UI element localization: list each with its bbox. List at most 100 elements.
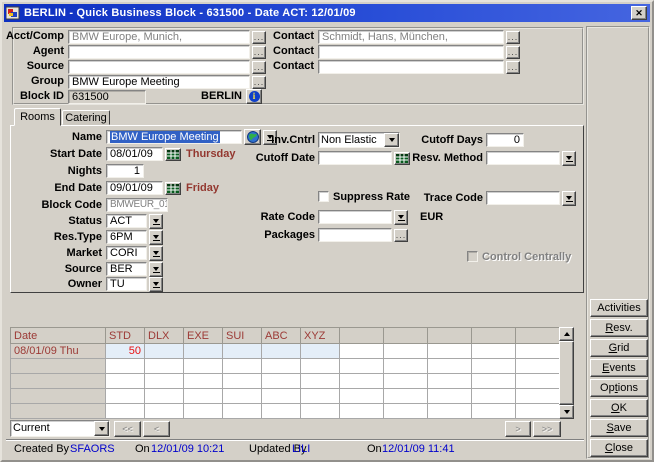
grid-cell[interactable] [428,389,472,404]
contact3-lookup-button[interactable]: ... [506,61,520,74]
grid-cell[interactable]: 50 [106,344,145,359]
packages-lookup-button[interactable]: ... [394,229,408,242]
grid-scrollbar[interactable] [559,327,574,419]
grid-cell[interactable] [472,344,516,359]
grid-cell[interactable] [472,374,516,389]
grid-cell[interactable] [428,374,472,389]
market-field[interactable]: CORI [106,246,147,260]
scroll-down-button[interactable] [559,405,574,419]
grid-cell[interactable] [384,389,428,404]
property-info-button[interactable]: i [246,89,262,104]
grid-cell[interactable] [384,404,428,419]
grid-cell[interactable] [516,374,560,389]
tab-rooms[interactable]: Rooms [14,108,61,126]
resv-button[interactable]: Resv. [590,319,648,337]
close-button[interactable]: ✕ [631,6,647,20]
grid-cell[interactable] [472,389,516,404]
grid-cell[interactable] [145,359,184,374]
grid-cell[interactable] [428,344,472,359]
titlebar[interactable]: BERLIN - Quick Business Block - 631500 -… [4,4,650,22]
options-button[interactable]: Options [590,379,648,397]
agent-field[interactable] [68,45,250,59]
nights-field[interactable]: 1 [106,164,144,178]
resv-method-list-button[interactable] [562,151,576,166]
grid-cell[interactable] [516,359,560,374]
res-type-list-button[interactable] [149,230,163,245]
owner-list-button[interactable] [149,277,163,292]
grid-cell[interactable] [106,359,145,374]
trace-code-field[interactable] [486,191,560,205]
grid-cell[interactable] [262,359,301,374]
acct-comp-field[interactable]: BMW Europe, Munich, [68,30,250,44]
grid-cell[interactable] [340,359,384,374]
start-date-field[interactable]: 08/01/09 [106,147,163,161]
rate-code-field[interactable] [318,210,392,224]
grid-cell[interactable] [301,359,340,374]
grid-cell[interactable] [11,359,106,374]
group-field[interactable]: BMW Europe Meeting [68,75,250,89]
grid-cell[interactable] [184,404,223,419]
resv-method-field[interactable] [486,151,560,165]
group-lookup-button[interactable]: ... [252,76,266,89]
grid-cell[interactable] [11,374,106,389]
grid-cell[interactable] [340,404,384,419]
combo-arrow-button[interactable] [384,133,399,147]
save-button[interactable]: Save [590,419,648,437]
grid-cell[interactable] [428,404,472,419]
source2-field[interactable]: BER [106,262,147,276]
contact2-lookup-button[interactable]: ... [506,46,520,59]
grid-cell[interactable] [340,389,384,404]
grid-cell[interactable] [301,404,340,419]
end-date-calendar-button[interactable] [165,182,181,195]
contact3-field[interactable] [318,60,504,74]
grid-cell[interactable] [223,389,262,404]
source-field[interactable] [68,60,250,74]
grid-cell[interactable] [223,374,262,389]
tab-catering[interactable]: Catering [62,110,110,125]
cutoff-date-field[interactable] [318,151,392,165]
view-combobox[interactable]: Current [10,420,110,437]
grid-cell[interactable] [184,374,223,389]
start-date-calendar-button[interactable] [165,148,181,161]
grid-cell[interactable] [11,404,106,419]
grid-cell[interactable] [301,389,340,404]
contact1-field[interactable]: Schmidt, Hans, München, [318,30,504,44]
cutoff-days-field[interactable]: 0 [486,133,524,147]
owner-field[interactable]: TU [106,277,147,291]
grid-cell[interactable] [384,359,428,374]
name-field[interactable]: BMW Europe Meeting [106,130,242,144]
grid-cell[interactable] [516,404,560,419]
packages-field[interactable] [318,228,392,242]
grid-cell[interactable] [262,389,301,404]
contact1-lookup-button[interactable]: ... [506,31,520,44]
grid-cell[interactable] [262,374,301,389]
grid-cell[interactable] [472,359,516,374]
activities-button[interactable]: Activities [590,299,648,317]
grid-cell[interactable] [428,359,472,374]
grid-cell[interactable] [145,404,184,419]
market-list-button[interactable] [149,246,163,261]
grid-cell[interactable] [11,389,106,404]
scroll-up-button[interactable] [559,327,574,341]
grid-cell[interactable] [516,389,560,404]
grid-button[interactable]: Grid [590,339,648,357]
rate-code-list-button[interactable] [394,210,408,225]
source2-list-button[interactable] [149,262,163,277]
grid-cell[interactable] [262,344,301,359]
grid-cell[interactable] [340,344,384,359]
grid-cell[interactable]: 08/01/09 Thu [11,344,106,359]
grid-cell[interactable] [301,344,340,359]
grid-cell[interactable] [516,344,560,359]
grid-cell[interactable] [106,374,145,389]
grid-cell[interactable] [384,344,428,359]
grid-cell[interactable] [145,344,184,359]
grid-cell[interactable] [145,389,184,404]
grid-cell[interactable] [223,344,262,359]
grid-cell[interactable] [262,404,301,419]
inv-cntrl-combobox[interactable]: Non Elastic [318,132,400,148]
grid-cell[interactable] [301,374,340,389]
grid-cell[interactable] [145,374,184,389]
grid-cell[interactable] [340,374,384,389]
end-date-field[interactable]: 09/01/09 [106,181,163,195]
trace-code-list-button[interactable] [562,191,576,206]
